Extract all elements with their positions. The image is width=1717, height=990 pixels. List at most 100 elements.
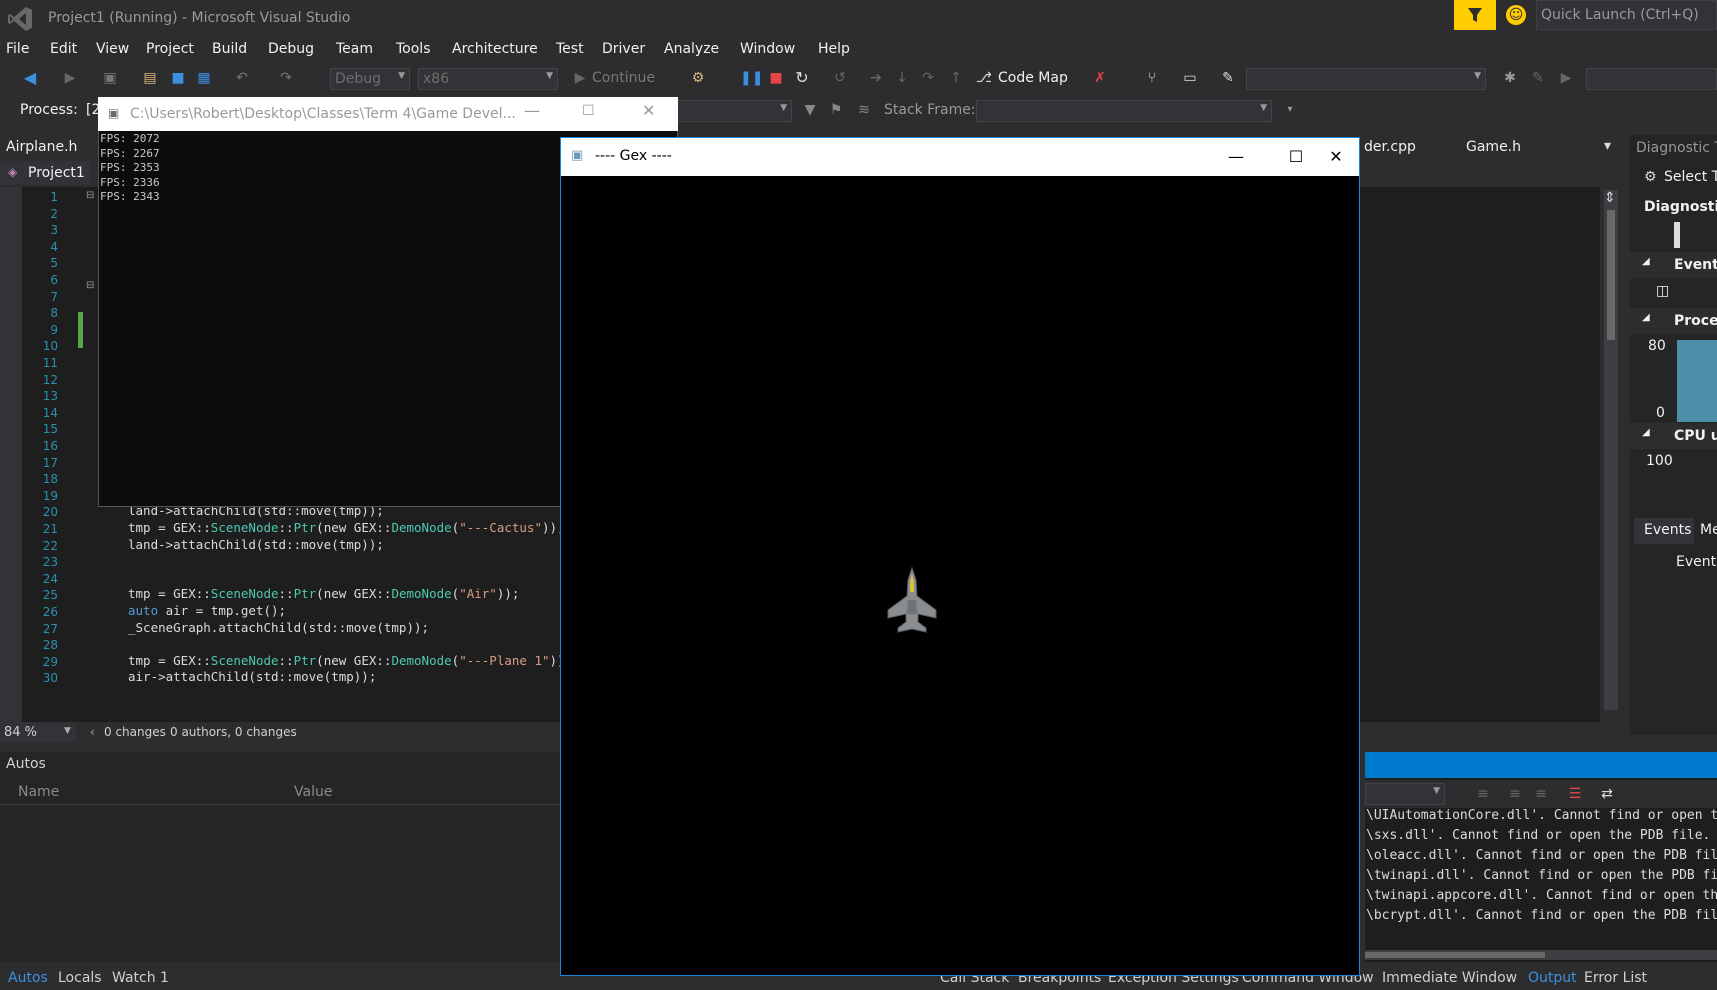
prev-message-icon[interactable]: ≡ <box>1505 784 1525 804</box>
attach-process-icon[interactable]: ⚙ <box>688 68 708 88</box>
menu-help[interactable]: Help <box>818 41 850 57</box>
menu-analyze[interactable]: Analyze <box>664 41 719 57</box>
continue-label[interactable]: Continue <box>592 70 655 86</box>
feedback-smiley-icon[interactable]: ☺ <box>1506 5 1526 25</box>
menu-view[interactable]: View <box>96 41 129 57</box>
menu-architecture[interactable]: Architecture <box>452 41 538 57</box>
solution-configuration-dropdown[interactable]: Debug ▼ <box>330 68 410 90</box>
stack-frame-dropdown[interactable]: ▼ <box>976 100 1272 122</box>
clear-all-icon[interactable]: ☰ <box>1565 784 1585 804</box>
minimize-icon[interactable]: — <box>1213 138 1259 176</box>
project-dropdown[interactable]: ◈ Project1 <box>0 161 90 185</box>
toolbar-right-dropdown[interactable] <box>1586 68 1717 90</box>
menu-edit[interactable]: Edit <box>50 41 77 57</box>
step-up-icon[interactable]: ↑ <box>946 68 966 88</box>
code-line[interactable]: auto air = tmp.get(); <box>128 603 286 618</box>
code-map-icon[interactable]: ⎇ <box>974 68 994 88</box>
timeline-marker[interactable] <box>1674 222 1680 248</box>
menu-team[interactable]: Team <box>336 41 373 57</box>
undo-icon[interactable]: ↶ <box>232 68 252 88</box>
gex-title-bar[interactable]: ▣ ---- Gex ---- — ☐ ✕ <box>561 138 1359 176</box>
new-project-icon[interactable]: ▣ <box>100 68 120 88</box>
thread-dropdown[interactable]: ▼ <box>672 100 792 122</box>
tab-diag-memory[interactable]: Me <box>1700 522 1717 538</box>
pencil-icon[interactable]: ✎ <box>1528 68 1548 88</box>
tab-autos[interactable]: Autos <box>8 970 48 986</box>
scrollbar-thumb[interactable] <box>1607 210 1615 340</box>
quick-launch-input[interactable]: Quick Launch (Ctrl+Q) <box>1536 0 1717 30</box>
authors-label[interactable]: 0 authors, 0 changes <box>170 725 297 739</box>
filter-icon[interactable]: ▼ <box>800 100 820 120</box>
tab-error-list[interactable]: Error List <box>1584 970 1647 986</box>
menu-test[interactable]: Test <box>556 41 584 57</box>
step-out-icon[interactable]: ↷ <box>918 68 938 88</box>
menu-project[interactable]: Project <box>146 41 194 57</box>
step-over-icon[interactable]: ↓ <box>892 68 912 88</box>
gear-icon[interactable]: ⚙ <box>1644 169 1657 185</box>
tab-overflow-icon[interactable]: ▾ <box>1604 138 1611 154</box>
scrollbar-thumb[interactable] <box>1365 952 1545 958</box>
show-next-statement-icon[interactable]: ↺ <box>830 68 850 88</box>
zoom-dropdown[interactable]: 84 % ▼ <box>0 722 76 742</box>
maximize-icon[interactable]: ☐ <box>582 103 595 119</box>
pause-icon[interactable]: ◫ <box>1656 283 1669 299</box>
close-icon[interactable]: ✕ <box>642 101 655 120</box>
code-line[interactable]: tmp = GEX::SceneNode::Ptr(new GEX::DemoN… <box>128 653 565 668</box>
console-title-bar[interactable]: ▣ C:\Users\Robert\Desktop\Classes\Term 4… <box>98 97 678 131</box>
step-into-icon[interactable]: ➔ <box>866 68 886 88</box>
flag-icon[interactable]: ⚑ <box>826 100 846 120</box>
event-column-header[interactable]: Event <box>1676 554 1716 570</box>
solution-platform-dropdown[interactable]: x86 ▼ <box>418 68 558 90</box>
save-icon[interactable]: ■ <box>168 68 188 88</box>
autos-value-column[interactable]: Value <box>294 784 332 800</box>
split-icon[interactable]: ⇕ <box>1604 190 1616 206</box>
break-all-icon[interactable]: ❚❚ <box>740 68 763 88</box>
designer-icon[interactable]: ✎ <box>1218 68 1238 88</box>
toolbar-overflow-icon[interactable]: ▾ <box>1280 100 1300 120</box>
branch-icon[interactable]: ⑂ <box>1142 68 1162 88</box>
feedback-filter-icon[interactable] <box>1454 0 1496 30</box>
word-wrap-icon[interactable]: ⇄ <box>1597 784 1617 804</box>
continue-icon[interactable]: ▶ <box>570 68 590 88</box>
redo-icon[interactable]: ↷ <box>276 68 296 88</box>
output-source-dropdown[interactable]: ▼ <box>1365 783 1445 805</box>
find-message-icon[interactable]: ≡ <box>1473 784 1493 804</box>
menu-window[interactable]: Window <box>740 41 795 57</box>
tab-game-h[interactable]: Game.h <box>1466 139 1521 155</box>
open-file-icon[interactable]: ▤ <box>140 68 160 88</box>
tab-airplane-h[interactable]: Airplane.h <box>6 139 77 155</box>
menu-build[interactable]: Build <box>212 41 247 57</box>
tab-der-cpp[interactable]: der.cpp <box>1364 139 1416 155</box>
code-line[interactable]: land->attachChild(std::move(tmp)); <box>128 537 384 552</box>
stack-icon[interactable]: ≋ <box>854 100 874 120</box>
code-line[interactable]: air->attachChild(std::move(tmp)); <box>128 669 376 684</box>
tab-watch-1[interactable]: Watch 1 <box>112 970 169 986</box>
code-map-label[interactable]: Code Map <box>998 70 1068 86</box>
next-message-icon[interactable]: ≡ <box>1531 784 1551 804</box>
changes-label[interactable]: 0 changes <box>104 725 166 739</box>
navigate-back-icon[interactable]: ◀ <box>20 68 40 88</box>
tab-locals[interactable]: Locals <box>58 970 102 986</box>
menu-tools[interactable]: Tools <box>396 41 431 57</box>
stop-debugging-icon[interactable]: ■ <box>766 68 786 88</box>
navigate-forward-icon[interactable]: ▶ <box>60 68 80 88</box>
gex-game-window[interactable] <box>560 137 1360 976</box>
close-icon[interactable]: ✕ <box>1313 138 1359 176</box>
chevron-left-icon[interactable]: ‹ <box>90 725 95 739</box>
restart-icon[interactable]: ↻ <box>792 68 812 88</box>
tab-diag-events[interactable]: Events <box>1634 518 1694 544</box>
tool-icon[interactable]: ✱ <box>1500 68 1520 88</box>
tab-output[interactable]: Output <box>1528 970 1577 986</box>
breakpoints-toggle-icon[interactable]: ✗ <box>1090 68 1110 88</box>
autos-name-column[interactable]: Name <box>18 784 59 800</box>
code-line[interactable]: _SceneGraph.attachChild(std::move(tmp)); <box>128 620 429 635</box>
menu-file[interactable]: File <box>6 41 29 57</box>
toolbar-find-dropdown[interactable]: ▼ <box>1246 68 1486 90</box>
select-tools-button[interactable]: Select T <box>1664 169 1717 185</box>
menu-driver[interactable]: Driver <box>602 41 645 57</box>
comment-icon[interactable]: ▭ <box>1180 68 1200 88</box>
play-icon[interactable]: ▶ <box>1556 68 1576 88</box>
output-horizontal-scrollbar[interactable] <box>1365 950 1717 960</box>
collapse-icon[interactable]: ⊟ <box>86 280 94 291</box>
tab-immediate-window[interactable]: Immediate Window <box>1382 970 1517 986</box>
